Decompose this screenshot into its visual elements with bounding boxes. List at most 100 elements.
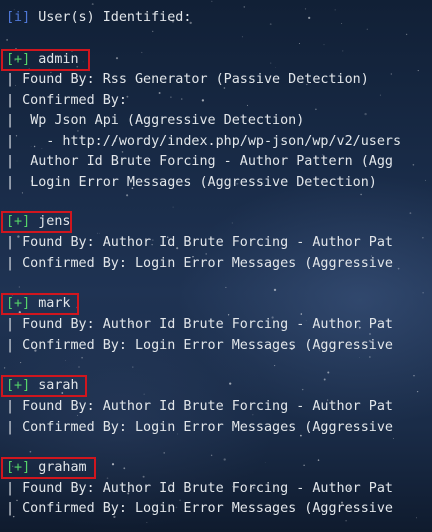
star (379, 94, 381, 96)
star (334, 9, 336, 11)
star (317, 459, 320, 461)
found-by-text: Found By: Rss Generator (Passive Detecti… (22, 72, 369, 87)
found-by-text: Found By: Author Id Brute Forcing - Auth… (22, 481, 393, 496)
found-by-line: | Found By: Author Id Brute Forcing - Au… (6, 315, 393, 335)
confirmed-detail-line: | Login Error Messages (Aggressive Detec… (6, 173, 377, 193)
confirmed-detail-text: Author Id Brute Forcing - Author Pattern… (30, 154, 393, 169)
found-by-line: | Found By: Author Id Brute Forcing - Au… (6, 479, 393, 499)
confirmed-detail-line: | - http://wordy/index.php/wp-json/wp/v2… (6, 132, 401, 152)
star (360, 193, 362, 196)
star (246, 104, 248, 106)
star (409, 212, 412, 215)
star (229, 382, 232, 385)
pipe: | (6, 93, 15, 108)
confirmed-by-line: | Confirmed By: Login Error Messages (Ag… (6, 254, 393, 274)
star (29, 450, 32, 453)
user-heading: [+] admin (6, 50, 79, 70)
star (132, 366, 134, 368)
star (405, 33, 408, 36)
star (111, 463, 115, 466)
star (416, 390, 419, 393)
found-by-text: Found By: Author Id Brute Forcing - Auth… (22, 235, 393, 250)
star (323, 44, 325, 46)
terminal-window: [i] User(s) Identified: [+] admin | Foun… (0, 0, 432, 532)
star (366, 28, 368, 30)
star (323, 378, 326, 381)
found-by-line: | Found By: Rss Generator (Passive Detec… (6, 70, 369, 90)
star (146, 522, 148, 523)
pipe: | (6, 338, 15, 353)
user-heading: [+] graham (6, 458, 87, 478)
star (304, 8, 307, 10)
pipe: | (6, 317, 15, 332)
star (6, 39, 8, 41)
confirmed-detail-text: Wp Json Api (Aggressive Detection) (30, 113, 305, 128)
star (241, 36, 243, 38)
found-by-line: | Found By: Author Id Brute Forcing - Au… (6, 397, 393, 417)
user-name: jens (38, 214, 71, 229)
star (412, 164, 415, 166)
found-by-text: Found By: Author Id Brute Forcing - Auth… (22, 317, 393, 332)
star (223, 458, 226, 461)
star (201, 99, 205, 102)
star (422, 292, 424, 294)
star (141, 51, 143, 54)
star (172, 206, 174, 208)
star (364, 112, 367, 116)
confirmed-by-text: Confirmed By: Login Error Messages (Aggr… (22, 420, 393, 435)
star (315, 108, 317, 111)
star (3, 367, 6, 369)
user-name: sarah (38, 378, 79, 393)
confirmed-by-line: | Confirmed By: Login Error Messages (Ag… (6, 499, 393, 519)
star (158, 92, 161, 94)
star (123, 467, 126, 470)
pipe: | (6, 72, 15, 87)
pipe: | (6, 134, 15, 149)
star (142, 475, 145, 478)
star (303, 464, 305, 466)
pipe: | (6, 420, 15, 435)
star (369, 356, 371, 358)
user-heading: [+] mark (6, 294, 71, 314)
plus-tag: [+] (6, 460, 31, 475)
confirmed-detail-text: - http://wordy/index.php/wp-json/wp/v2/u… (38, 134, 402, 149)
star (91, 3, 94, 6)
star (170, 96, 172, 98)
header-line: [i] User(s) Identified: (6, 8, 191, 28)
star (413, 375, 415, 377)
confirmed-by-text: Confirmed By: Login Error Messages (Aggr… (22, 256, 393, 271)
star (18, 286, 20, 288)
star (422, 237, 424, 239)
star (425, 179, 427, 181)
star (417, 70, 419, 72)
user-name: admin (38, 52, 79, 67)
user-heading: [+] jens (6, 212, 71, 232)
star (225, 286, 227, 288)
star (342, 50, 344, 52)
star (341, 23, 343, 24)
star (298, 43, 300, 44)
star (397, 267, 400, 270)
info-tag: [i] (6, 10, 31, 25)
pipe: | (6, 113, 15, 128)
star (327, 371, 330, 374)
pipe: | (6, 256, 15, 271)
user-heading: [+] sarah (6, 376, 79, 396)
star (345, 520, 347, 522)
star (359, 357, 360, 358)
star (152, 30, 154, 33)
star (274, 365, 276, 367)
star (269, 23, 272, 26)
star (180, 98, 183, 100)
star (243, 6, 246, 8)
plus-tag: [+] (6, 52, 31, 67)
pipe: | (6, 481, 15, 496)
found-by-line: | Found By: Author Id Brute Forcing - Au… (6, 233, 393, 253)
star (210, 454, 213, 457)
found-by-text: Found By: Author Id Brute Forcing - Auth… (22, 399, 393, 414)
plus-tag: [+] (6, 378, 31, 393)
star (211, 0, 213, 3)
user-name: graham (38, 460, 87, 475)
pipe: | (6, 175, 15, 190)
confirmed-by-line: | Confirmed By: Login Error Messages (Ag… (6, 418, 393, 438)
